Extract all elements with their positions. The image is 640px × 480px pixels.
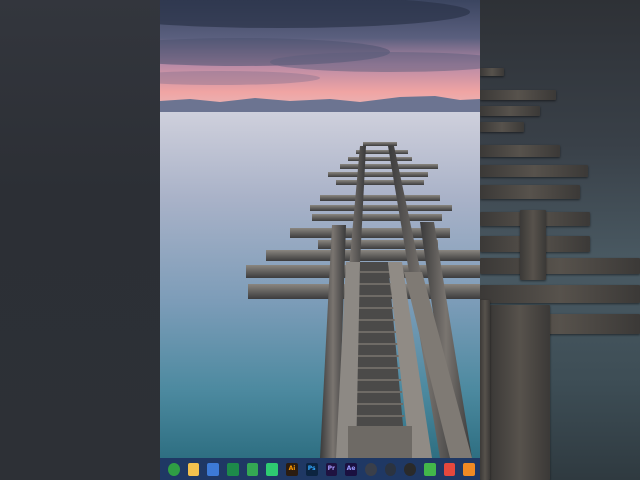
pier-photo-drawing [160, 0, 480, 458]
excel-icon[interactable] [227, 462, 239, 476]
obs-icon[interactable] [404, 462, 416, 476]
file-explorer-icon[interactable] [187, 462, 200, 476]
store-icon[interactable] [207, 462, 220, 476]
illustrator-icon[interactable]: Ai [286, 462, 298, 476]
photoshop-icon[interactable]: Ps [305, 462, 318, 476]
chrome-icon[interactable] [168, 462, 180, 476]
pier-photo [160, 0, 480, 458]
green-app-icon[interactable] [423, 462, 436, 476]
blurred-backdrop-right [480, 0, 640, 480]
blurred-backdrop-left [0, 0, 160, 480]
taskbar: Ai Ps Pr Ae [160, 458, 480, 480]
after-effects-icon[interactable]: Ae [345, 462, 357, 476]
davinci-icon[interactable] [364, 462, 377, 476]
sheets-icon[interactable] [246, 462, 259, 476]
red-app-icon[interactable] [443, 462, 456, 476]
davinci-alt-icon[interactable] [384, 462, 397, 476]
phone-icon[interactable] [266, 462, 279, 476]
premiere-icon[interactable]: Pr [325, 462, 338, 476]
orange-app-icon[interactable] [463, 462, 475, 476]
